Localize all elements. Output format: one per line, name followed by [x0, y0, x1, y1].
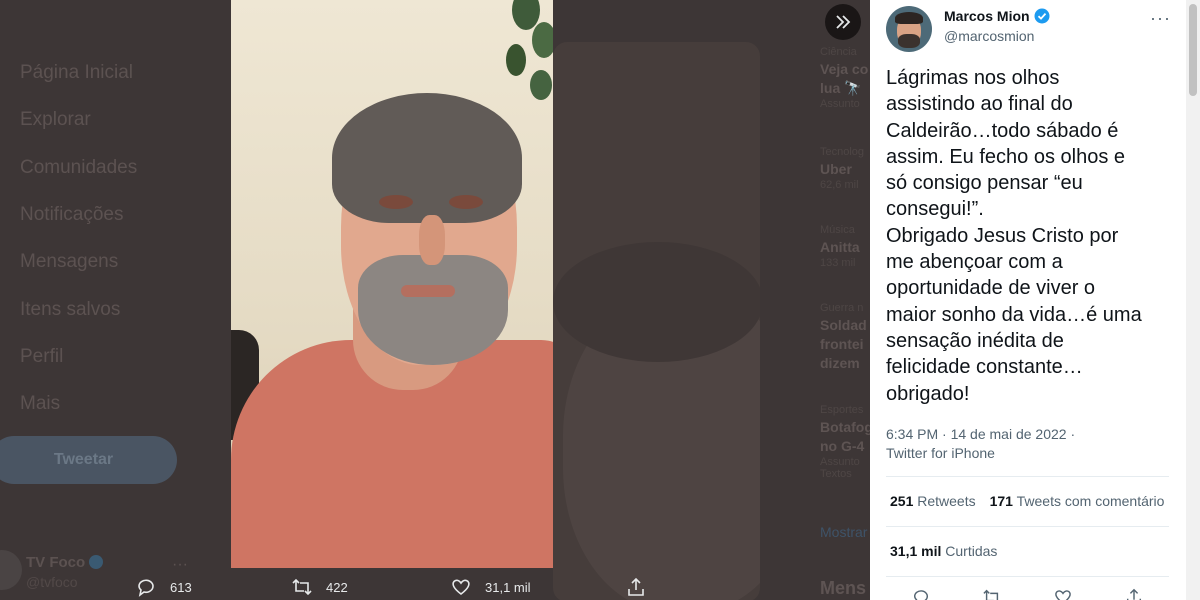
retweet-button[interactable]: 422	[292, 577, 348, 597]
trend-item[interactable]: Música Anitta 133 mil	[820, 224, 870, 275]
scrollbar-thumb[interactable]	[1189, 4, 1197, 96]
share-button[interactable]	[626, 577, 660, 597]
retweet-icon[interactable]	[983, 588, 1001, 600]
divider	[886, 526, 1169, 527]
retweets-count: 251	[890, 493, 914, 509]
photo-hair	[332, 93, 522, 223]
photo-beard	[358, 255, 508, 365]
avatar-hair	[895, 12, 923, 24]
tweet-action-bar	[886, 588, 1169, 600]
retweet-icon	[292, 578, 312, 596]
collapse-panel-button[interactable]	[825, 4, 861, 40]
trend-category: Ciência	[820, 46, 857, 58]
avatar-beard	[898, 34, 920, 48]
photo-mouth	[401, 285, 455, 297]
tweet-timestamp[interactable]: 6:34 PM · 14 de mai de 2022 ·	[886, 425, 1075, 444]
trend-count: Assunto	[820, 98, 860, 110]
background-tweet-card	[553, 42, 760, 600]
trend-title: Botafog no G-4	[820, 419, 870, 454]
trend-category: Guerra n	[820, 302, 864, 314]
likes-stat[interactable]: 31,1 mil Curtidas	[890, 543, 997, 559]
tweet-text: Lágrimas nos olhos assistindo ao final d…	[886, 67, 1142, 405]
retweets-label: Retweets	[917, 493, 976, 509]
tweet-meta: 6:34 PM · 14 de mai de 2022 · Twitter fo…	[886, 425, 1075, 463]
verified-badge-icon	[1034, 8, 1050, 24]
chevron-double-right-icon	[836, 15, 851, 29]
trend-title: Veja co lua 🔭	[820, 61, 869, 96]
trend-count: Assunto Textos	[820, 456, 860, 480]
author-handle[interactable]: @marcosmion	[944, 28, 1034, 44]
background-photo-detail	[553, 242, 760, 362]
trend-item[interactable]: Esportes Botafog no G-4 Assunto Textos	[820, 404, 870, 486]
tweet-source[interactable]: Twitter for iPhone	[886, 444, 1075, 463]
trend-title: Anitta	[820, 239, 860, 255]
heart-icon	[452, 579, 470, 596]
trend-item[interactable]: Guerra n Soldad frontei dizem a	[820, 302, 870, 376]
divider	[886, 476, 1169, 477]
engagement-stats: 251 Retweets 171 Tweets com comentário	[890, 493, 1164, 509]
reply-count: 613	[170, 579, 192, 595]
author-name-text: Marcos Mion	[944, 8, 1030, 24]
trend-category: Tecnolog	[820, 146, 865, 158]
trend-category: Música	[820, 224, 855, 236]
trend-count: 133 mil	[820, 257, 856, 269]
photo-nose	[419, 215, 445, 265]
trend-item[interactable]: Tecnolog Uber 62,6 mil	[820, 146, 870, 197]
author-name[interactable]: Marcos Mion	[944, 8, 1050, 24]
viewer-action-bar: 613 422 31,1 mil	[0, 575, 870, 600]
photo-eye-left	[379, 195, 413, 209]
quotes-label: Tweets com comentário	[1016, 493, 1165, 509]
avatar[interactable]	[886, 6, 932, 52]
trends-show-more-link[interactable]: Mostrar	[820, 524, 867, 540]
reply-icon[interactable]	[912, 588, 930, 600]
trend-count: 62,6 mil	[820, 179, 859, 191]
retweet-count: 422	[326, 579, 348, 595]
share-icon	[628, 577, 644, 596]
photo-eye-right	[449, 195, 483, 209]
more-options-icon[interactable]: ···	[1150, 8, 1171, 29]
trend-category: Esportes	[820, 404, 864, 416]
trend-title: Uber	[820, 161, 852, 177]
media-viewer: Ciência Veja co lua 🔭 Assunto Tecnolog U…	[0, 0, 870, 600]
reply-icon	[138, 579, 154, 597]
share-icon[interactable]	[1125, 588, 1143, 600]
tweet-photo[interactable]	[231, 0, 553, 568]
quotes-stat[interactable]: 171 Tweets com comentário	[990, 493, 1165, 509]
reply-button[interactable]: 613	[136, 577, 192, 597]
like-button[interactable]: 31,1 mil	[451, 577, 531, 597]
trend-title: Soldad frontei dizem a	[820, 317, 867, 376]
likes-label: Curtidas	[945, 543, 998, 559]
trend-item[interactable]: Ciência Veja co lua 🔭 Assunto	[820, 46, 870, 116]
plant-illustration	[506, 0, 553, 100]
retweets-stat[interactable]: 251 Retweets	[890, 493, 976, 509]
likes-count: 31,1 mil	[890, 543, 942, 559]
divider	[886, 576, 1169, 577]
like-count: 31,1 mil	[485, 579, 531, 595]
quotes-count: 171	[989, 493, 1013, 509]
heart-icon[interactable]	[1054, 588, 1072, 600]
